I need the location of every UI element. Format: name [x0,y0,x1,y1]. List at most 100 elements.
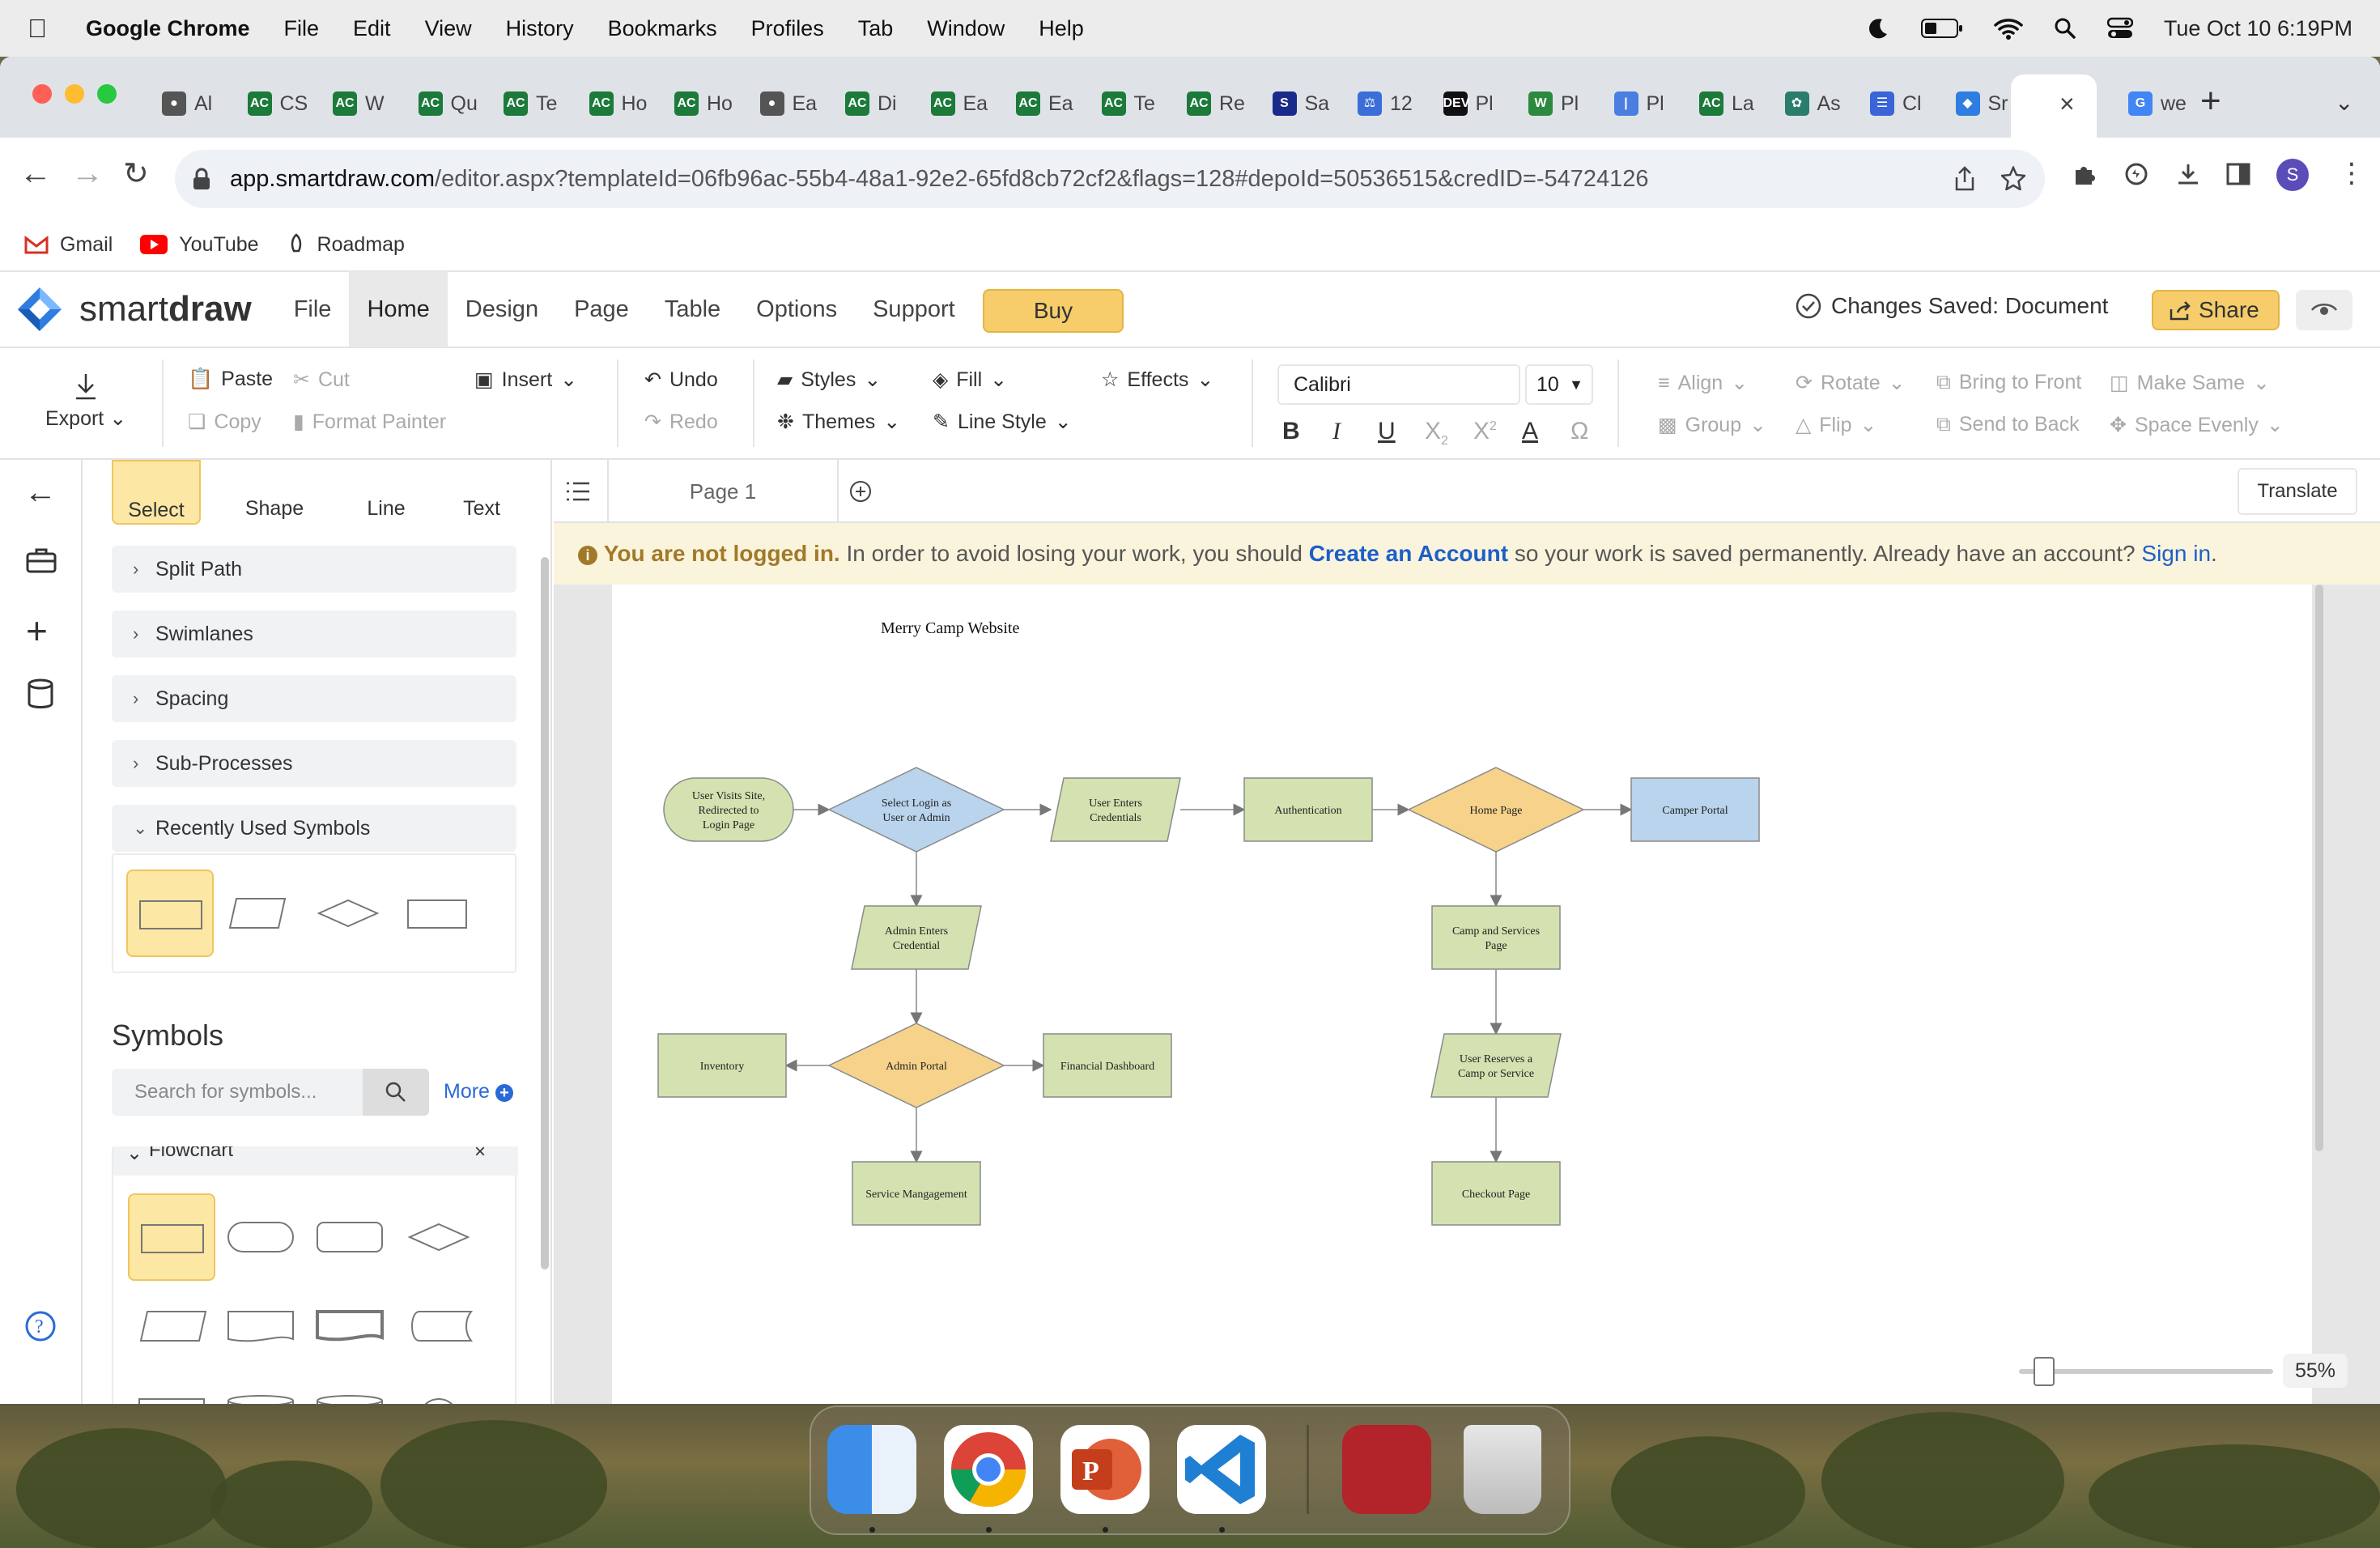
diamond-symbol[interactable] [304,870,392,957]
view-mode-button[interactable] [2296,290,2352,330]
browser-tab[interactable]: AC Ea [930,86,988,121]
drawing-page[interactable]: Merry Camp Website User Visits Site, Redi… [612,585,2312,1404]
flip-button[interactable]: △ Flip ⌄ [1796,413,1876,437]
undo-button[interactable]: ↶ Undo [644,368,718,392]
line-style-button[interactable]: ✎ Line Style ⌄ [933,410,1072,434]
clock[interactable]: Tue Oct 10 6:19PM [2164,16,2352,41]
zoom-window-button[interactable] [97,84,117,104]
menu-help[interactable]: Help [1039,16,1084,41]
more-symbols-link[interactable]: More + [444,1080,513,1104]
finder-icon[interactable] [827,1425,916,1514]
browser-tab[interactable]: AC Re [1187,86,1245,121]
vscode-icon[interactable] [1177,1425,1266,1514]
tab-search-chevron-icon[interactable]: ⌄ [2335,89,2353,116]
make-same-button[interactable]: ◫ Make Same ⌄ [2110,371,2270,395]
underline-button[interactable]: U [1378,418,1396,445]
forward-button[interactable]: → [71,155,104,192]
close-library-icon[interactable]: × [474,1146,486,1163]
predefined-process-symbol[interactable] [128,1372,215,1404]
flowchart-library-header[interactable]: ⌄ Flowchart × [113,1146,518,1176]
diagram-title[interactable]: Merry Camp Website [881,619,1019,637]
node-camper[interactable]: Camper Portal [1630,777,1760,842]
lock-icon[interactable] [193,168,210,190]
node-select[interactable]: Select Login as User or Admin [827,767,1005,853]
sign-in-link[interactable]: Sign in [2141,541,2211,566]
node-visit[interactable]: User Visits Site, Redirected to Login Page [663,777,794,842]
menu-file[interactable]: File [284,16,320,41]
section-split-path[interactable]: › Split Path [112,546,516,593]
toolbox-icon[interactable] [26,547,57,573]
node-user-cred[interactable]: User Enters Credentials [1050,777,1181,842]
browser-tab[interactable]: AC Ho [674,86,733,121]
menu-edit[interactable]: Edit [353,16,391,41]
translate-button[interactable]: Translate [2238,468,2357,515]
node-inventory[interactable]: Inventory [657,1033,787,1098]
menu-design[interactable]: Design [448,271,556,347]
node-checkout[interactable]: Checkout Page [1431,1161,1561,1226]
profile-avatar[interactable]: S [2276,159,2309,191]
rectangle-symbol[interactable] [126,870,214,957]
address-bar[interactable]: app.smartdraw.com/editor.aspx?templateId… [175,150,2045,208]
send-to-back-button[interactable]: ⧉ Send to Back [1936,413,2080,436]
spotlight-search-icon[interactable] [2054,17,2076,40]
create-account-link[interactable]: Create an Account [1309,541,1508,566]
node-admin-portal[interactable]: Admin Portal [827,1023,1005,1108]
browser-tab[interactable]: AC Ea [1016,86,1073,121]
menu-file[interactable]: File [276,271,350,347]
extension-icon[interactable] [2124,162,2148,186]
extensions-puzzle-icon[interactable] [2072,162,2097,186]
styles-button[interactable]: ▰ Styles ⌄ [777,368,881,392]
rounded-rectangle-symbol[interactable] [306,1193,393,1281]
browser-tab[interactable]: AC Te [504,86,557,121]
browser-tab[interactable]: AC La [1699,86,1754,121]
reload-button[interactable]: ↻ [123,155,149,192]
browser-tab[interactable]: Gwe [2128,86,2187,121]
browser-tab[interactable]: ✿ As [1784,86,1841,121]
fill-button[interactable]: ◈ Fill ⌄ [933,368,1007,392]
themes-button[interactable]: ❉ Themes ⌄ [777,410,900,434]
node-home[interactable]: Home Page [1407,767,1585,853]
node-camp-services[interactable]: Camp and Services Page [1431,905,1561,970]
page-list-icon[interactable] [565,481,591,502]
group-button[interactable]: ▩ Group ⌄ [1658,413,1766,437]
node-auth[interactable]: Authentication [1243,777,1373,842]
line-tool-button[interactable]: Line [342,460,431,525]
buy-button[interactable]: Buy [983,289,1124,333]
connector-symbol[interactable] [395,1372,482,1404]
redo-button[interactable]: ↷ Redo [644,410,718,434]
shape-tool-button[interactable]: Shape [230,460,319,525]
browser-tab[interactable]: ● Al [162,86,212,121]
rotate-button[interactable]: ⟳ Rotate ⌄ [1796,371,1906,395]
bold-button[interactable]: B [1282,418,1300,445]
insert-button[interactable]: ▣ Insert ⌄ [474,368,577,392]
copy-button[interactable]: ❏ Copy [188,410,261,434]
document-symbol[interactable] [217,1282,304,1370]
back-button[interactable]: ← [19,155,52,192]
bookmark-star-icon[interactable] [2001,166,2025,190]
format-painter-button[interactable]: ▮ Format Painter [293,410,446,434]
space-evenly-button[interactable]: ✥ Space Evenly ⌄ [2110,413,2284,437]
add-icon[interactable]: + [26,609,48,653]
smartdraw-logo-icon[interactable] [16,286,63,333]
bookmark-youtube[interactable]: YouTube [140,233,259,257]
section-recently-used[interactable]: ⌄ Recently Used Symbols [112,805,516,852]
node-admin-cred[interactable]: Admin Enters Credential [851,905,982,970]
zoom-slider-handle[interactable] [2034,1357,2055,1386]
bring-to-front-button[interactable]: ⧉ Bring to Front [1936,371,2081,394]
browser-tab[interactable]: AC Di [845,86,897,121]
add-page-icon[interactable] [848,479,873,504]
subscript-button[interactable]: X2 [1425,418,1448,449]
text-color-button[interactable]: A [1522,418,1538,445]
data-symbol[interactable] [128,1282,215,1370]
apple-icon[interactable]:  [28,14,47,44]
help-icon[interactable]: ? [24,1310,57,1342]
tab-page-1[interactable]: Page 1 [607,460,839,523]
menu-view[interactable]: View [425,16,472,41]
paste-button[interactable]: 📋 Paste [188,368,273,391]
select-tool-button[interactable]: Select [112,460,201,525]
canvas-scrollbar[interactable] [2312,585,2327,1151]
browser-menu-icon[interactable]: ⋮ [2338,157,2365,189]
browser-tab[interactable]: | Pl [1613,86,1664,121]
menu-app-name[interactable]: Google Chrome [86,16,250,41]
browser-tab[interactable]: ⚖ 12 [1358,86,1413,121]
